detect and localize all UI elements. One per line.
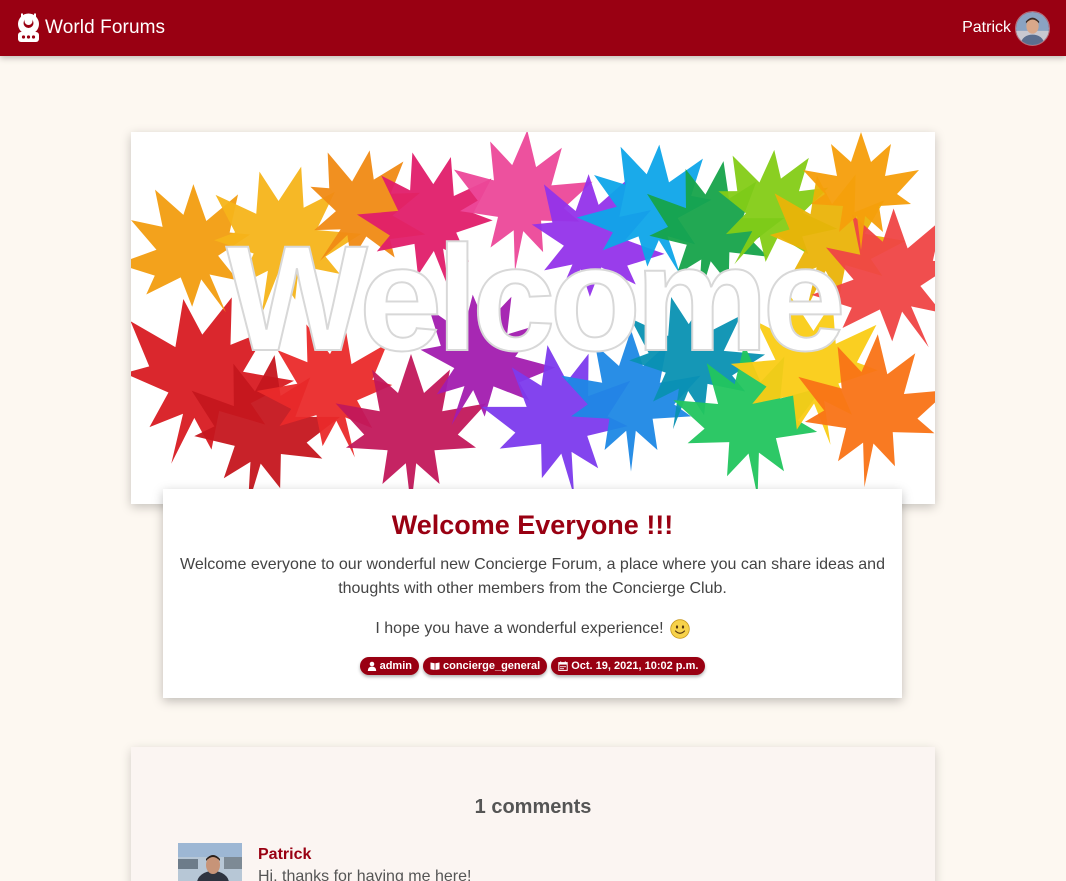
user-name: Patrick	[962, 19, 1011, 36]
top-navbar: World Forums Patrick	[0, 0, 1066, 56]
smiley-emoji-icon	[669, 619, 690, 639]
brand-link[interactable]: World Forums	[16, 13, 165, 43]
comment-item: Patrick Hi, thanks for having me here!	[178, 843, 471, 881]
post-closing-text: I hope you have a wonderful experience!	[375, 620, 664, 637]
post-card: Welcome Everyone !!! Welcome everyone to…	[163, 489, 902, 698]
comments-count-heading: 1 comments	[474, 796, 592, 818]
post-title: Welcome Everyone !!!	[391, 510, 674, 540]
calendar-icon	[558, 661, 568, 671]
welcome-banner-image: Welcome	[131, 132, 935, 504]
welcome-banner-text: Welcome	[226, 214, 841, 382]
comments-section: 1 comments Patrick Hi, thanks for having…	[131, 747, 935, 881]
date-tag-label: Oct. 19, 2021, 10:02 p.m.	[571, 660, 699, 672]
user-avatar[interactable]	[1015, 10, 1050, 46]
post-closing-line: I hope you have a wonderful experience!	[163, 617, 902, 641]
post-tags: admin concierge_general Oct. 19, 2021, 1…	[163, 657, 902, 675]
brand-title: World Forums	[45, 17, 166, 38]
hero-image-card: Welcome	[131, 132, 935, 504]
comment-author[interactable]: Patrick	[258, 846, 471, 864]
user-menu[interactable]: Patrick	[962, 10, 1050, 46]
date-tag: Oct. 19, 2021, 10:02 p.m.	[551, 657, 706, 675]
comment-content: Patrick Hi, thanks for having me here!	[258, 843, 471, 881]
comment-text: Hi, thanks for having me here!	[258, 868, 472, 881]
comment-author-avatar[interactable]	[178, 843, 242, 881]
robot-logo-icon	[18, 13, 39, 42]
category-tag[interactable]: concierge_general	[423, 657, 548, 675]
book-open-icon	[430, 662, 440, 670]
post-body: Welcome everyone to our wonderful new Co…	[180, 556, 885, 597]
author-tag-label: admin	[379, 660, 412, 672]
category-tag-label: concierge_general	[443, 660, 541, 672]
author-tag[interactable]: admin	[359, 657, 419, 675]
user-icon	[367, 661, 376, 671]
